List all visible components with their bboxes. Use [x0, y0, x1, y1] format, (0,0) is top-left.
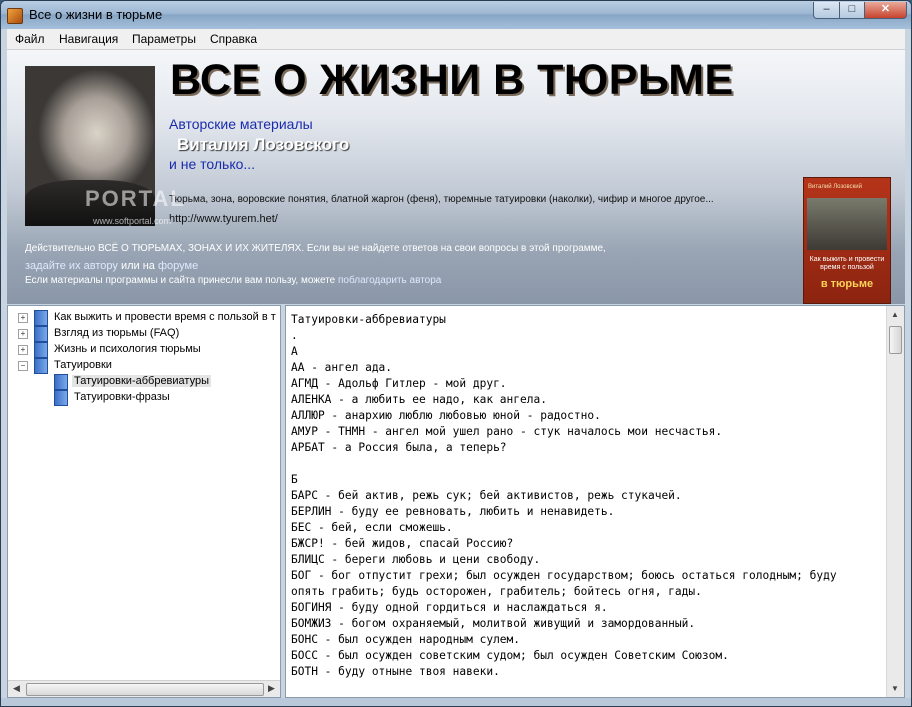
banner-subtitle-1: Авторские материалы — [169, 116, 313, 132]
content-line: БОСС - был осужден советским судом; был … — [291, 649, 729, 662]
content-line: АГМД - Адольф Гитлер - мой друг. — [291, 377, 507, 390]
title-bar[interactable]: Все о жизни в тюрьме – □ ✕ — [1, 1, 911, 29]
content-line: БОТН - буду отныне твоя навеки. — [291, 665, 500, 678]
content-line: АЛЛЮР - анархию люблю любовью юной - рад… — [291, 409, 601, 422]
book-icon — [34, 326, 48, 342]
content-line: БОГ - бог отпустит грехи; был осужден го… — [291, 569, 844, 598]
expand-icon[interactable]: + — [18, 345, 28, 355]
content-line: БЛИЦС - береги любовь и цени свободу. — [291, 553, 541, 566]
content-line: . — [291, 329, 298, 342]
content-line: БЕС - бей, если сможешь. — [291, 521, 453, 534]
book-cover-image[interactable]: Виталий Лозовский Как выжить и провести … — [803, 177, 891, 304]
content-text: Татуировки-аббревиатуры. А АА - ангел ада.… — [291, 312, 866, 680]
minimize-button[interactable]: – — [813, 2, 840, 19]
ask-author-link[interactable]: задайте их автору — [25, 260, 118, 272]
book-author: Виталий Лозовский — [808, 184, 862, 190]
banner-description: Тюрьма, зона, воровские понятия, блатной… — [169, 194, 714, 205]
content-line: А — [291, 345, 298, 358]
app-icon — [7, 8, 23, 24]
content-line: АМУР - ТНМН - ангел мой ушел рано - стук… — [291, 425, 723, 438]
close-button[interactable]: ✕ — [864, 2, 907, 19]
expand-icon[interactable]: + — [18, 313, 28, 323]
ask-mid-text: или на — [120, 260, 155, 272]
site-url[interactable]: http://www.tyurem.het/ — [169, 213, 278, 225]
status-bar — [1, 698, 911, 706]
collapse-icon[interactable]: − — [18, 361, 28, 371]
watermark-sub: www.softportal.com — [93, 216, 172, 226]
banner-author-name: Виталия Лозовского — [177, 135, 350, 154]
menu-help[interactable]: Справка — [210, 32, 257, 46]
tree-item-label[interactable]: Как выжить и провести время с пользой в … — [54, 311, 276, 323]
forum-link[interactable]: форуме — [158, 260, 198, 272]
scroll-down-icon[interactable]: ▼ — [891, 684, 899, 693]
menu-file[interactable]: Файл — [15, 32, 45, 46]
page-icon — [54, 390, 68, 406]
scroll-right-icon[interactable]: ▶ — [268, 683, 275, 694]
window-title: Все о жизни в тюрьме — [29, 7, 163, 22]
content-line: АЛЕНКА - а любить ее надо, как ангела. — [291, 393, 547, 406]
banner-subtitle-3: и не только... — [169, 156, 256, 172]
content-line — [291, 456, 866, 472]
banner-thanks-line: Если материалы программы и сайта принесл… — [25, 275, 441, 286]
content-line: АРБАТ - а Россия была, а теперь? — [291, 441, 507, 454]
thanks-text: Если материалы программы и сайта принесл… — [25, 275, 336, 286]
book-title: в тюрьме — [820, 278, 874, 290]
book-subtitle: Как выжить и провести время с пользой — [809, 256, 885, 271]
vertical-scrollbar[interactable]: ▲ ▼ — [886, 306, 904, 697]
content-line: БОМЖИЗ - богом охраняемый, молитвой живу… — [291, 617, 696, 630]
page-icon — [54, 374, 68, 390]
content-line: БОГИНЯ - буду одной гордиться и наслажда… — [291, 601, 608, 614]
maximize-button[interactable]: □ — [839, 2, 865, 19]
tree-item-label[interactable]: Татуировки-фразы — [74, 391, 170, 403]
horizontal-scrollbar[interactable]: ◀ ▶ — [8, 680, 280, 697]
content-line: БЕРЛИН - буду ее ревновать, любить и нен… — [291, 505, 615, 518]
banner-ask-line: задайте их автору или на форуме — [25, 260, 198, 272]
content-line: Татуировки-аббревиатуры — [291, 313, 446, 326]
content-line: БОНС - был осужден народным сулем. — [291, 633, 521, 646]
banner: ВСЕ О ЖИЗНИ В ТЮРЬМЕ Авторские материалы… — [7, 50, 905, 304]
scroll-thumb[interactable] — [26, 683, 264, 696]
tree-item-label[interactable]: Татуировки — [54, 359, 112, 371]
navigation-tree[interactable]: + Как выжить и провести время с пользой … — [7, 305, 281, 698]
book-photo — [807, 198, 887, 250]
menu-navigation[interactable]: Навигация — [59, 32, 118, 46]
thank-author-link[interactable]: поблагодарить автора — [338, 275, 441, 286]
scroll-left-icon[interactable]: ◀ — [13, 683, 20, 694]
content-line: БАРС - бей актив, режь сук; бей активист… — [291, 489, 682, 502]
tree-item-label[interactable]: Татуировки-аббревиатуры — [72, 375, 211, 387]
tree-item-label[interactable]: Взгляд из тюрьмы (FAQ) — [54, 327, 179, 339]
content-line: БЖСР! - бей жидов, спасай Россию? — [291, 537, 514, 550]
scroll-thumb[interactable] — [889, 326, 902, 354]
menu-bar: Файл Навигация Параметры Справка — [7, 29, 905, 50]
watermark: PORTAL — [85, 186, 186, 211]
open-book-icon — [34, 358, 48, 374]
scroll-up-icon[interactable]: ▲ — [891, 310, 899, 319]
content-line: Б — [291, 473, 298, 486]
banner-info-line: Действительно ВСЁ О ТЮРЬМАХ, ЗОНАХ И ИХ … — [25, 243, 606, 254]
content-line: АА - ангел ада. — [291, 361, 393, 374]
menu-settings[interactable]: Параметры — [132, 32, 196, 46]
content-pane[interactable]: Татуировки-аббревиатуры. А АА - ангел ада.… — [285, 305, 905, 698]
app-window: Все о жизни в тюрьме – □ ✕ Файл Навигаци… — [0, 0, 912, 707]
tree-item-label[interactable]: Жизнь и психология тюрьмы — [54, 343, 201, 355]
banner-title: ВСЕ О ЖИЗНИ В ТЮРЬМЕ — [170, 56, 734, 104]
book-icon — [34, 342, 48, 358]
book-icon — [34, 310, 48, 326]
expand-icon[interactable]: + — [18, 329, 28, 339]
